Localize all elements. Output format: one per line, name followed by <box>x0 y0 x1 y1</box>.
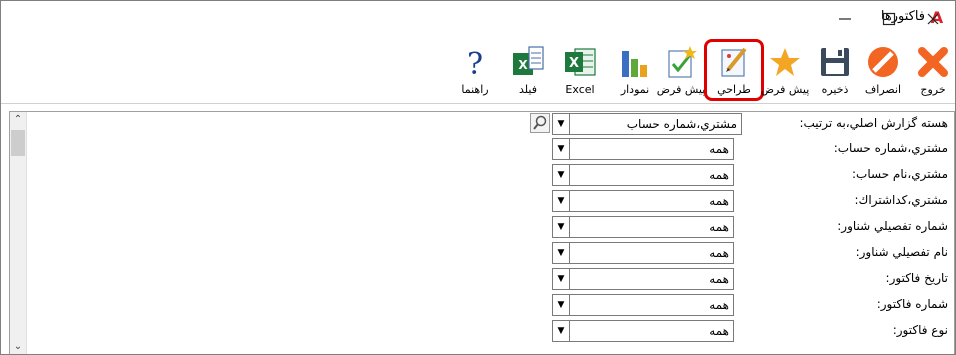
exit-button[interactable]: خروج <box>911 39 955 101</box>
exit-x-icon <box>918 47 948 77</box>
report-core-row: هسته گزارش اصلي،به ترتیب: ▼ مشتري،شماره … <box>34 112 954 136</box>
filter-select[interactable]: ▼ همه <box>552 138 734 160</box>
filter-label: شماره تفصیلي شناور: <box>837 219 948 233</box>
filter-value: همه <box>709 168 729 182</box>
question-mark-icon: ? <box>467 47 483 79</box>
filter-row: نوع فاکتور: ▼ همه <box>34 319 954 343</box>
close-icon <box>927 13 939 24</box>
filter-select[interactable]: ▼ همه <box>552 268 734 290</box>
filter-label: مشتري،نام حساب: <box>852 167 948 181</box>
design-highlight <box>704 39 764 101</box>
filter-select[interactable]: ▼ همه <box>552 320 734 342</box>
filter-value: همه <box>709 272 729 286</box>
scroll-down-icon[interactable]: ⌄ <box>10 339 26 354</box>
report-core-select[interactable]: ▼ مشتري،شماره حساب <box>552 113 742 135</box>
save-button[interactable]: ذخیره <box>815 39 855 101</box>
report-window: A فاکتورها ? راهنما X فیلد X Excel نمودا… <box>0 0 956 355</box>
filter-row: تاریخ فاکتور: ▼ همه <box>34 267 954 291</box>
filter-select[interactable]: ▼ همه <box>552 294 734 316</box>
title-bar: A فاکتورها <box>1 1 955 37</box>
filter-label: شماره فاکتور: <box>876 297 948 311</box>
help-button[interactable]: ? راهنما <box>456 39 494 101</box>
svg-text:?: ? <box>467 47 483 79</box>
chevron-down-icon[interactable]: ▼ <box>553 165 570 185</box>
filter-row: مشتري،شماره حساب: ▼ همه <box>34 137 954 161</box>
field-button[interactable]: X فیلد <box>508 39 548 101</box>
filter-row: شماره فاکتور: ▼ همه <box>34 293 954 317</box>
filter-row: شماره تفصیلي شناور: ▼ همه <box>34 215 954 239</box>
report-core-value: مشتري،شماره حساب <box>626 117 737 131</box>
filter-value: همه <box>709 142 729 156</box>
filter-row: مشتري،نام حساب: ▼ همه <box>34 163 954 187</box>
filter-value: همه <box>709 324 729 338</box>
chevron-down-icon[interactable]: ▼ <box>553 269 570 289</box>
filter-select[interactable]: ▼ همه <box>552 190 734 212</box>
star-icon <box>770 48 800 76</box>
filter-select[interactable]: ▼ همه <box>552 164 734 186</box>
chart-button[interactable]: نمودار <box>612 39 658 101</box>
bar-chart-icon <box>622 51 647 77</box>
scroll-up-icon[interactable]: ⌃ <box>10 112 26 128</box>
excel-button[interactable]: X Excel <box>558 39 602 101</box>
minimize-button[interactable] <box>823 1 867 35</box>
filter-value: همه <box>709 220 729 234</box>
cancel-button[interactable]: انصراف <box>861 39 905 101</box>
filter-select[interactable]: ▼ همه <box>552 216 734 238</box>
svg-text:X: X <box>518 58 528 72</box>
filter-row: نام تفصیلي شناور: ▼ همه <box>34 241 954 265</box>
filter-label: نام تفصیلي شناور: <box>855 245 948 259</box>
filter-label: مشتري،شماره حساب: <box>833 141 948 155</box>
scroll-thumb[interactable] <box>11 130 25 156</box>
default-label: پیش فرض <box>656 83 706 96</box>
chevron-down-icon[interactable]: ▼ <box>553 217 570 237</box>
filter-value: همه <box>709 246 729 260</box>
filter-select[interactable]: ▼ همه <box>552 242 734 264</box>
svg-text:X: X <box>569 56 579 71</box>
maximize-icon <box>882 12 896 25</box>
save-default-button[interactable]: پیش فرض <box>761 39 809 101</box>
filter-panel: ⌃ ⌄ هسته گزارش اصلي،به ترتیب: ▼ مشتري،شم… <box>9 111 955 354</box>
chevron-down-icon[interactable]: ▼ <box>553 295 570 315</box>
search-button[interactable] <box>530 113 550 133</box>
chevron-down-icon[interactable]: ▼ <box>553 191 570 211</box>
chevron-down-icon[interactable]: ▼ <box>553 114 570 134</box>
magnifier-icon <box>533 115 547 130</box>
save-default-label: پیش فرض <box>760 83 810 96</box>
filter-row: مشتري،کداشتراك: ▼ همه <box>34 189 954 213</box>
chevron-down-icon[interactable]: ▼ <box>553 243 570 263</box>
field-label: فیلد <box>519 83 537 96</box>
chevron-down-icon[interactable]: ▼ <box>553 321 570 341</box>
toolbar: ? راهنما X فیلد X Excel نمودار پیش فرض ط… <box>1 37 955 104</box>
vertical-scrollbar[interactable]: ⌃ ⌄ <box>10 112 27 354</box>
minimize-icon <box>839 17 851 20</box>
default-checklist-icon <box>668 46 697 78</box>
filter-label: تاریخ فاکتور: <box>885 271 948 285</box>
filter-value: همه <box>709 194 729 208</box>
filter-label: نوع فاکتور: <box>892 323 948 337</box>
excel-label: Excel <box>565 83 595 96</box>
default-button[interactable]: پیش فرض <box>657 39 705 101</box>
filter-value: همه <box>709 298 729 312</box>
exit-label: خروج <box>920 83 946 96</box>
excel-field-icon: X <box>513 46 544 75</box>
report-core-label: هسته گزارش اصلي،به ترتیب: <box>799 116 948 130</box>
close-button[interactable] <box>911 1 955 35</box>
cancel-icon <box>868 47 898 77</box>
cancel-label: انصراف <box>864 83 902 96</box>
help-label: راهنما <box>461 83 489 96</box>
save-label: ذخیره <box>821 83 849 96</box>
chevron-down-icon[interactable]: ▼ <box>553 139 570 159</box>
excel-icon: X <box>565 48 596 76</box>
maximize-button[interactable] <box>867 1 911 35</box>
save-disk-icon <box>821 48 849 76</box>
filter-label: مشتري،کداشتراك: <box>854 193 948 207</box>
